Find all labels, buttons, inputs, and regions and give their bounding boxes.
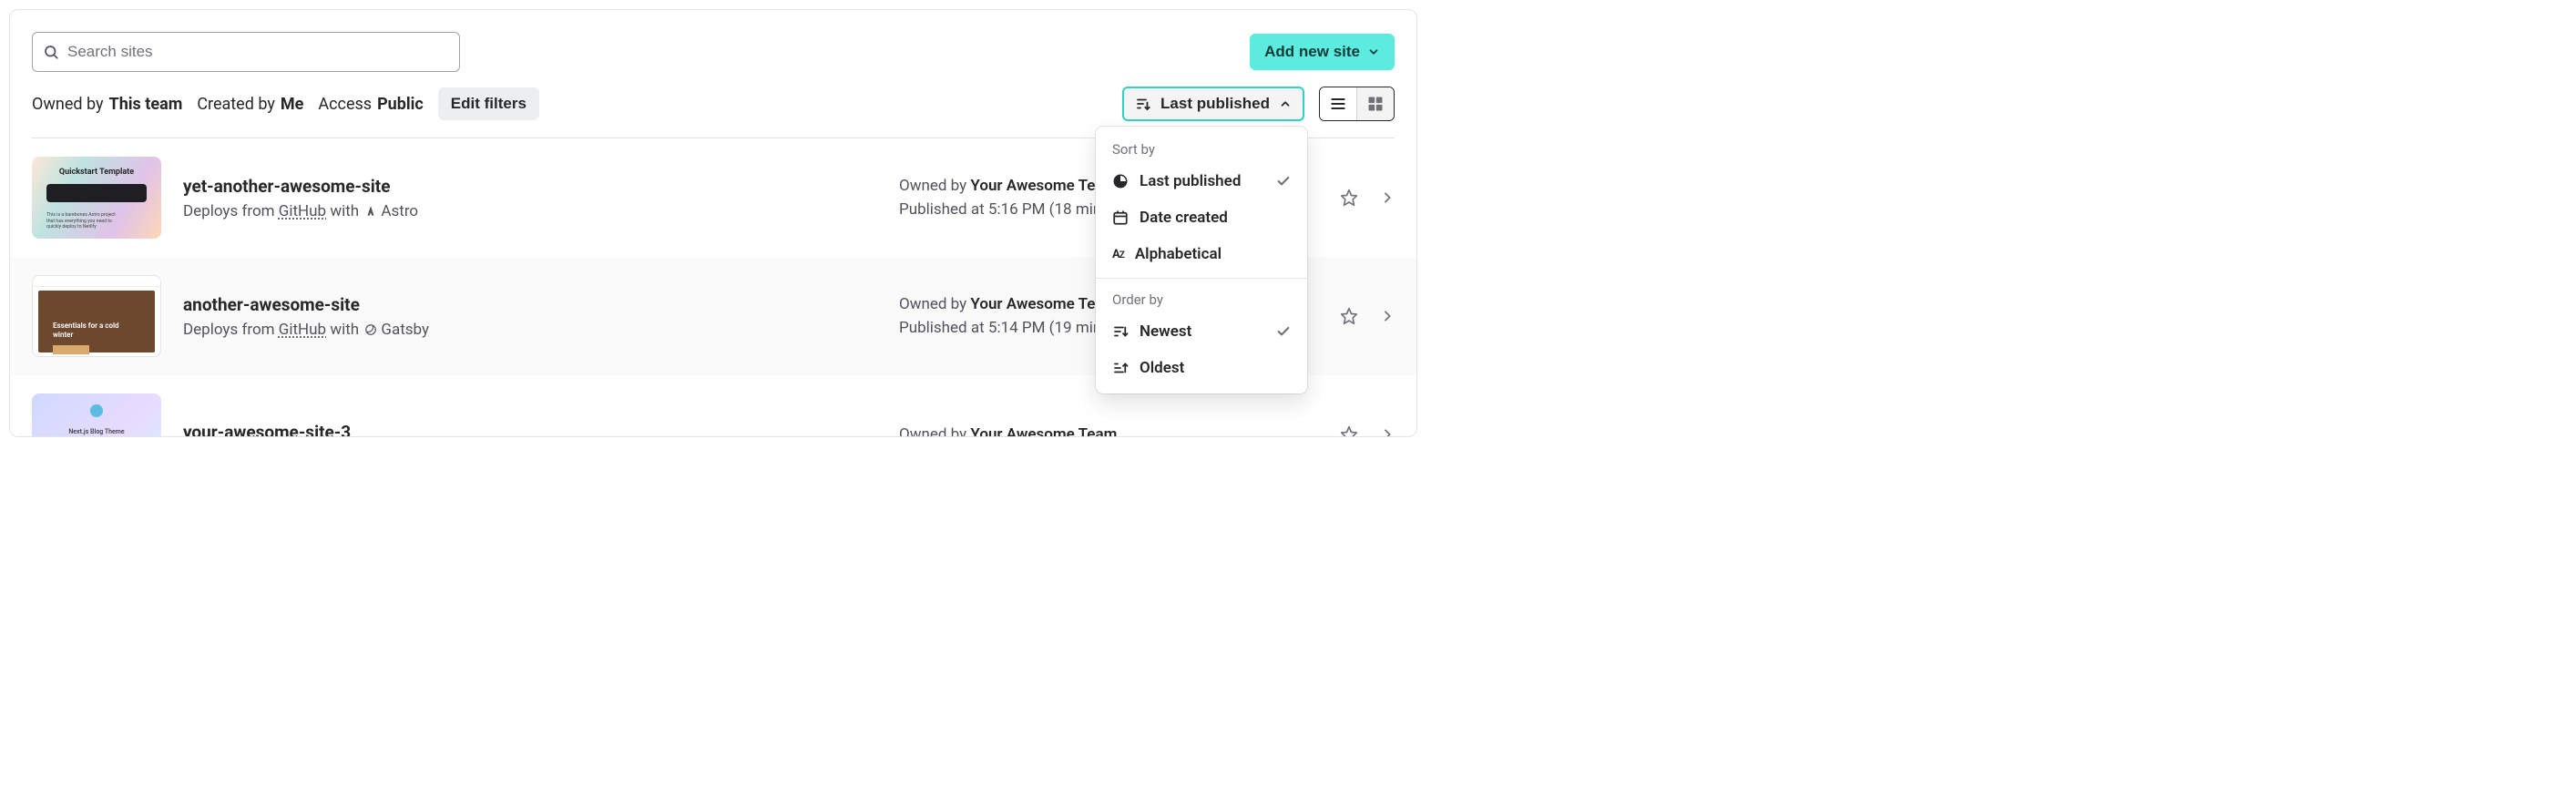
sort-button[interactable]: Last published [1122, 87, 1304, 121]
topbar: Add new site [32, 32, 1395, 72]
chevron-down-icon [1367, 46, 1380, 58]
star-icon[interactable] [1340, 189, 1358, 207]
dropdown-divider [1096, 278, 1307, 279]
sort-desc-icon [1112, 323, 1129, 340]
site-name: yet-another-awesome-site [183, 176, 877, 197]
site-subline: Deploys from GitHub with Gatsby [183, 321, 877, 339]
order-option-newest[interactable]: Newest [1096, 313, 1307, 350]
calendar-icon [1112, 209, 1129, 226]
filters-left: Owned by This team Created by Me Access … [32, 87, 539, 120]
view-grid-button[interactable] [1356, 87, 1394, 120]
site-thumbnail: Essentials for a cold winter [32, 275, 161, 357]
add-new-site-button[interactable]: Add new site [1250, 34, 1395, 70]
order-section-label: Order by [1096, 284, 1307, 313]
site-actions [1340, 425, 1395, 437]
search-icon [43, 44, 59, 60]
view-list-button[interactable] [1320, 87, 1356, 120]
site-main: your-awesome-site-3 [183, 422, 877, 438]
filters-row: Owned by This team Created by Me Access … [32, 87, 1395, 138]
clock-icon [1112, 173, 1129, 189]
site-meta: Owned by Your Awesome Team [899, 425, 1300, 437]
site-subline: Deploys from GitHub with Astro [183, 202, 877, 220]
site-actions [1340, 307, 1395, 325]
site-main: yet-another-awesome-site Deploys from Gi… [183, 176, 877, 220]
site-main: another-awesome-site Deploys from GitHub… [183, 294, 877, 339]
sort-option-date-created[interactable]: Date created [1096, 199, 1307, 236]
site-name: your-awesome-site-3 [183, 422, 877, 438]
check-icon [1276, 324, 1291, 339]
chevron-right-icon[interactable] [1380, 427, 1395, 437]
view-toggle [1319, 87, 1395, 121]
star-icon[interactable] [1340, 425, 1358, 437]
sort-section-label: Sort by [1096, 134, 1307, 163]
astro-icon [364, 205, 377, 218]
site-thumbnail: Next.js Blog Theme [32, 393, 161, 437]
filter-access[interactable]: Access Public [318, 95, 423, 114]
deploy-source-link[interactable]: GitHub [279, 321, 326, 339]
star-icon[interactable] [1340, 307, 1358, 325]
site-thumbnail: Quickstart Template This is a barebones … [32, 157, 161, 239]
deploy-source-link[interactable]: GitHub [279, 202, 326, 220]
sort-asc-icon [1112, 360, 1129, 376]
gatsby-icon [364, 323, 377, 336]
sites-panel: Add new site Owned by This team Created … [9, 9, 1417, 437]
add-new-site-label: Add new site [1264, 43, 1360, 61]
order-option-oldest[interactable]: Oldest [1096, 350, 1307, 386]
filters-right: Last published Sort by [1122, 87, 1395, 121]
chevron-right-icon[interactable] [1380, 190, 1395, 205]
sort-option-alphabetical[interactable]: AZ Alphabetical [1096, 236, 1307, 272]
chevron-right-icon[interactable] [1380, 309, 1395, 323]
filter-created-by[interactable]: Created by Me [197, 95, 303, 114]
check-icon [1276, 174, 1291, 189]
sort-option-last-published[interactable]: Last published [1096, 163, 1307, 199]
sort-dropdown: Sort by Last published Date created [1096, 127, 1307, 393]
site-name: another-awesome-site [183, 294, 877, 315]
sort-icon [1135, 96, 1151, 112]
search-input[interactable] [32, 32, 460, 72]
edit-filters-button[interactable]: Edit filters [438, 87, 539, 120]
search-wrap [32, 32, 460, 72]
az-icon: AZ [1112, 248, 1124, 261]
sort-button-label: Last published [1160, 95, 1270, 113]
chevron-up-icon [1279, 97, 1292, 110]
filter-owned-by[interactable]: Owned by This team [32, 95, 182, 114]
site-actions [1340, 189, 1395, 207]
